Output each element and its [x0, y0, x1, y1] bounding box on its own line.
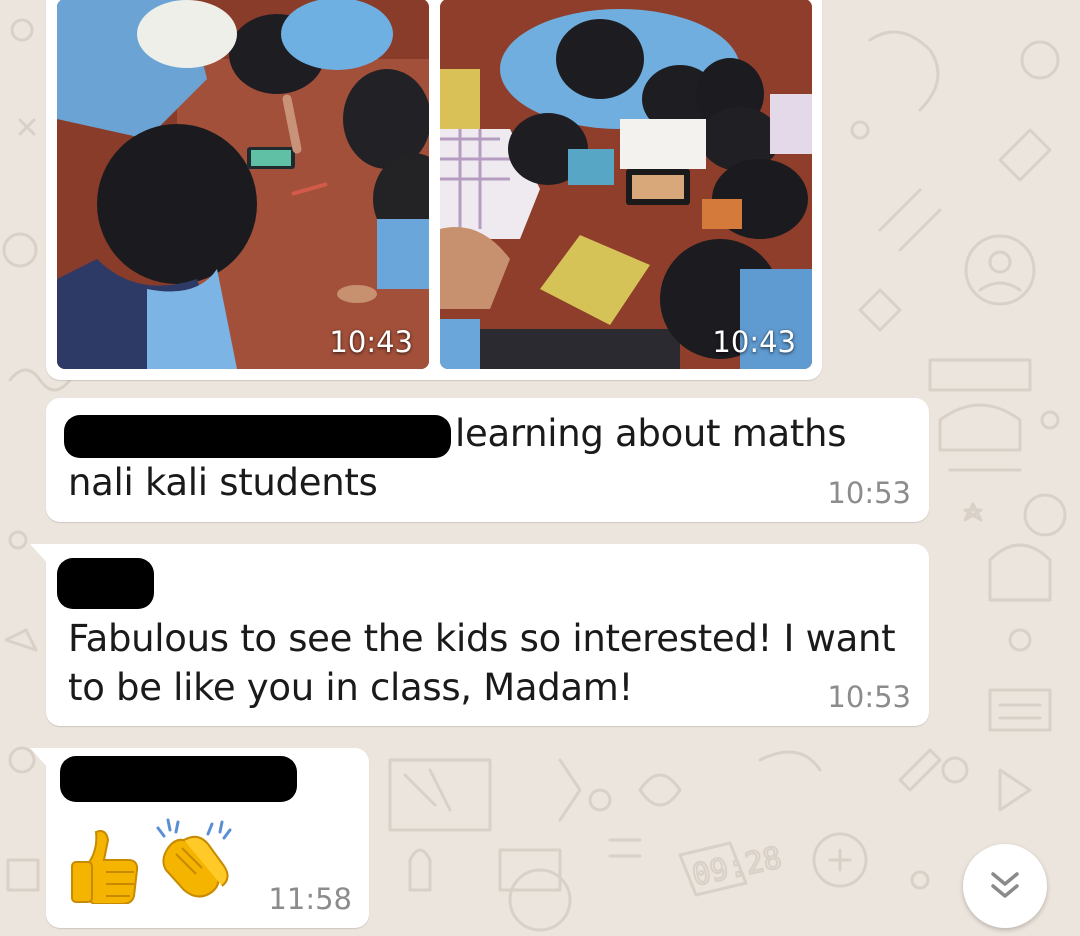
redacted-text — [64, 415, 451, 458]
message-text-line-2: to be like you in class, Madam! — [68, 666, 634, 709]
message-timestamp: 10:53 — [827, 476, 911, 510]
bubble-tail — [30, 544, 50, 566]
message-timestamp: 10:53 — [827, 680, 911, 714]
image-message-bubble: 10:43 10:43 — [46, 0, 822, 380]
photo-2-timestamp: 10:43 — [712, 325, 796, 359]
redacted-sender-name — [60, 756, 297, 802]
redacted-sender-name — [57, 558, 154, 609]
clapping-hands-icon — [156, 818, 232, 898]
chat-photo-1[interactable]: 10:43 — [57, 0, 429, 369]
photo-1-timestamp: 10:43 — [329, 325, 413, 359]
message-timestamp: 11:58 — [268, 882, 352, 916]
message-text-line-2: nali kali students — [68, 461, 378, 504]
chat-photo-2[interactable]: 10:43 — [440, 0, 812, 369]
message-text-line-1: Fabulous to see the kids so interested! … — [68, 617, 896, 660]
emoji-message-bubble[interactable]: 11:58 — [30, 748, 369, 928]
message-text-line-1: learning about maths — [455, 412, 847, 455]
emoji-row — [68, 818, 236, 904]
scroll-to-bottom-button[interactable] — [963, 844, 1047, 928]
text-message-bubble[interactable]: Fabulous to see the kids so interested! … — [30, 544, 929, 726]
bubble-tail — [30, 748, 50, 770]
text-message-bubble[interactable]: learning about maths nali kali students … — [46, 398, 929, 522]
thumbs-up-icon — [71, 830, 139, 904]
double-chevron-down-icon — [991, 872, 1019, 898]
